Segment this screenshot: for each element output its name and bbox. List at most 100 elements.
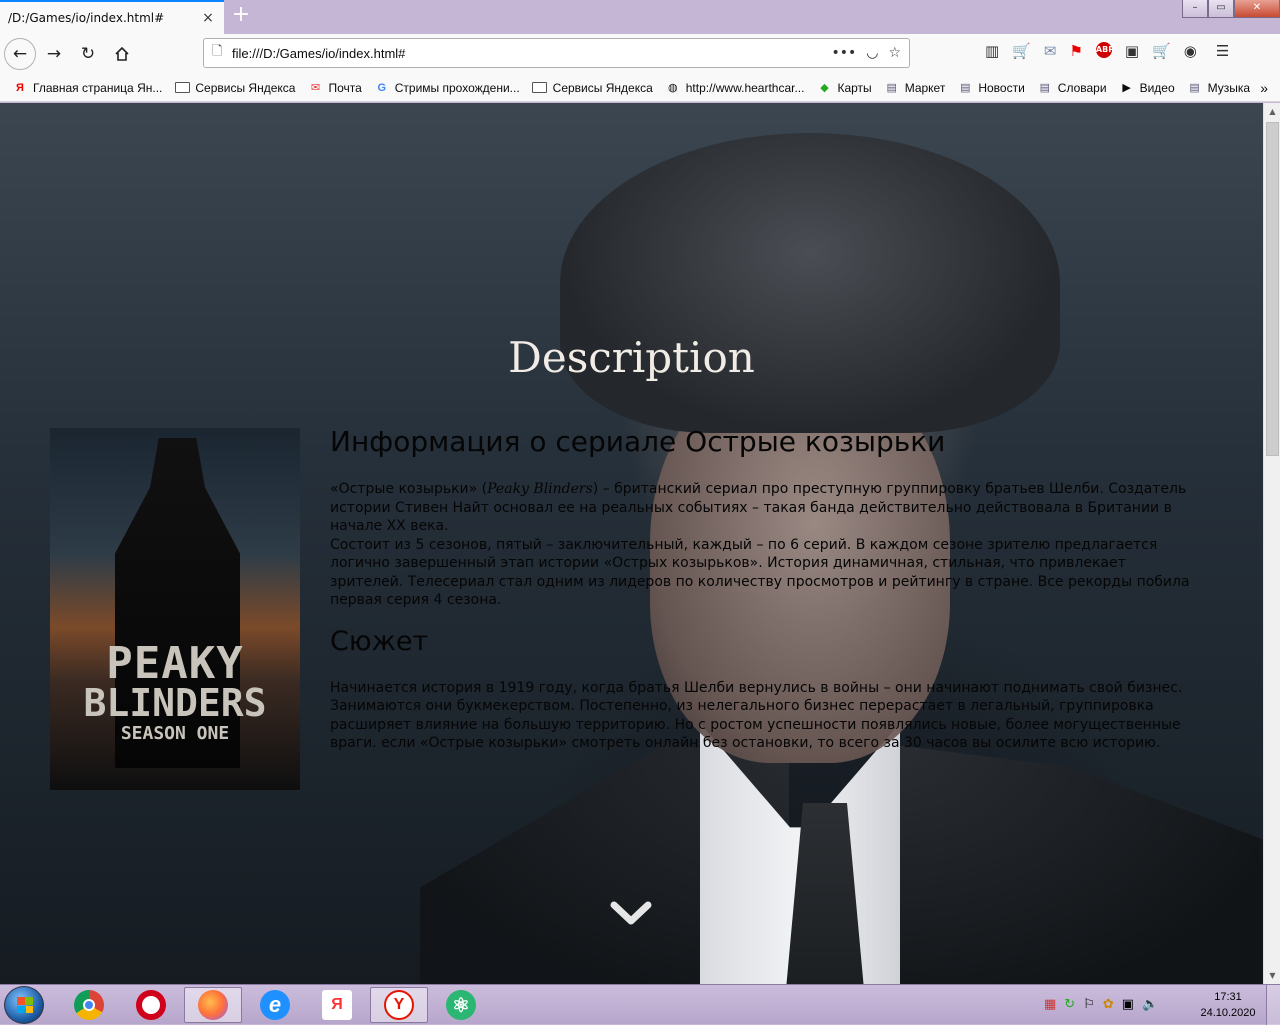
poster-title-line1: PEAKY <box>106 638 244 689</box>
bookmark-dictionaries[interactable]: ▤ Словари <box>1037 80 1107 96</box>
bookmark-label: Музыка <box>1207 80 1251 95</box>
home-icon <box>115 46 129 61</box>
mail-icon[interactable]: ✉ <box>1044 42 1057 60</box>
series-description: Информация о сериале Острые козырьки «Ос… <box>330 425 1202 753</box>
title-bar: /D:/Games/io/index.html# × + – ▭ ✕ <box>0 0 1280 34</box>
scroll-up-icon[interactable]: ▲ <box>1264 103 1280 120</box>
firefox-icon <box>198 990 228 1020</box>
volume-icon[interactable]: 🔈 <box>1142 997 1158 1012</box>
bookmark-video[interactable]: ▶ Видео <box>1119 80 1174 96</box>
bookmark-star-icon[interactable]: ☆ <box>888 45 901 61</box>
taskbar-yandex-browser[interactable]: Y <box>370 987 428 1023</box>
flag-icon[interactable]: ⚑ <box>1069 42 1082 60</box>
reload-button[interactable]: ↻ <box>72 38 104 70</box>
tray-app-icon[interactable]: ▦ <box>1044 997 1056 1012</box>
action-center-flag-icon[interactable]: ⚐ <box>1083 997 1095 1012</box>
chevron-down-icon[interactable] <box>609 900 653 928</box>
bookmark-label: Сервисы Яндекса <box>195 80 296 95</box>
toolbar-right: ▥ 🛒 ✉ ⚑ ABP ▣ 🛒 ◉ ☰ <box>985 42 1229 60</box>
info-text-seasons: Состоит из 5 сезонов, пятый – заключител… <box>330 536 1190 609</box>
plot-heading: Сюжет <box>330 625 429 657</box>
google-icon: G <box>377 81 387 94</box>
bookmark-label: Стримы прохождени... <box>394 80 520 95</box>
bookmark-label: Словари <box>1057 80 1107 95</box>
forward-arrow-icon: → <box>46 44 62 64</box>
yandex-icon: Я <box>16 81 24 94</box>
scroll-down-icon[interactable]: ▼ <box>1264 967 1280 984</box>
bookmark-market[interactable]: ▤ Маркет <box>884 80 945 96</box>
bookmark-label: Сервисы Яндекса <box>552 80 653 95</box>
close-tab-icon[interactable]: × <box>200 10 216 26</box>
taskbar-yandex[interactable]: Я <box>308 987 366 1023</box>
mail-icon: ✉ <box>310 82 321 94</box>
maximize-button[interactable]: ▭ <box>1208 0 1234 18</box>
menu-icon[interactable]: ☰ <box>1216 42 1229 60</box>
bookmarks-toolbar: Я Главная страница Ян... Сервисы Яндекса … <box>0 74 1280 102</box>
bookmark-yandex-home[interactable]: Я Главная страница Ян... <box>12 80 162 96</box>
library-icon[interactable]: ▥ <box>985 42 999 60</box>
bookmark-streams[interactable]: G Стримы прохождени... <box>374 80 520 96</box>
page-icon: ▤ <box>1039 82 1050 94</box>
bookmark-mail[interactable]: ✉ Почта <box>307 80 362 96</box>
clock-time: 17:31 <box>1214 991 1242 1003</box>
bookmark-yandex-services-2[interactable]: Сервисы Яндекса <box>532 80 653 96</box>
bookmark-label: Карты <box>837 80 872 95</box>
poster-title-line3: SEASON ONE <box>120 722 230 744</box>
page-icon: ▤ <box>886 82 897 94</box>
bookmark-label: Почта <box>328 80 362 95</box>
internet-explorer-icon: e <box>260 990 290 1020</box>
reload-icon: ↻ <box>80 44 96 64</box>
taskbar-atom[interactable]: ⚛ <box>432 987 490 1023</box>
forward-button[interactable]: → <box>38 38 70 70</box>
info-paragraph: «Острые козырьки» (Peaky Blinders) – бри… <box>330 480 1202 610</box>
cart-icon[interactable]: 🛒 <box>1012 42 1031 60</box>
tray-app-icon[interactable]: ✿ <box>1103 997 1114 1012</box>
clock-date: 24.10.2020 <box>1200 1007 1256 1019</box>
adblock-icon[interactable]: ABP <box>1095 42 1114 58</box>
taskbar-opera[interactable] <box>122 987 180 1023</box>
page-actions-icon[interactable]: ••• <box>831 45 856 61</box>
background-photo-cap <box>560 133 1060 433</box>
start-button[interactable] <box>4 986 44 1024</box>
atom-icon: ⚛ <box>446 990 476 1020</box>
yandex-icon: Я <box>322 990 352 1020</box>
bookmark-label: Главная страница Ян... <box>33 80 163 95</box>
info-text-start: «Острые козырьки» ( <box>330 481 488 497</box>
close-window-button[interactable]: ✕ <box>1234 0 1280 18</box>
video-icon: ▶ <box>1122 82 1131 94</box>
window-controls: – ▭ ✕ <box>1182 0 1280 18</box>
system-clock[interactable]: 17:31 24.10.2020 <box>1198 989 1258 1021</box>
page-title: Description <box>508 333 755 382</box>
background-photo-coat <box>880 743 1263 984</box>
scrollbar-thumb[interactable] <box>1266 122 1279 456</box>
opera-icon <box>136 990 166 1020</box>
tab-index-html[interactable]: /D:/Games/io/index.html# × <box>0 0 224 34</box>
pocket-icon[interactable]: ◡ <box>866 45 878 61</box>
account-icon[interactable]: ◉ <box>1184 42 1197 60</box>
network-icon[interactable]: ▣ <box>1122 997 1134 1012</box>
bookmark-music[interactable]: ▤ Музыка <box>1187 80 1250 96</box>
bookmark-news[interactable]: ▤ Новости <box>957 80 1025 96</box>
taskbar-chrome[interactable] <box>60 987 118 1023</box>
new-tab-button[interactable]: + <box>230 3 252 29</box>
back-button[interactable]: ← <box>4 38 36 70</box>
poster-title: PEAKY BLINDERS SEASON ONE <box>50 638 300 744</box>
show-desktop-button[interactable] <box>1266 985 1280 1025</box>
taskbar-firefox[interactable] <box>184 987 242 1023</box>
bookmark-hearthcards[interactable]: ◍ http://www.hearthcar... <box>665 80 805 96</box>
vertical-scrollbar[interactable]: ▲ ▼ <box>1263 103 1280 984</box>
cart-icon[interactable]: 🛒 <box>1152 42 1171 60</box>
address-bar[interactable]: 🗋 file:///D:/Games/io/index.html# ••• ◡ … <box>203 38 910 68</box>
taskbar-internet-explorer[interactable]: e <box>246 987 304 1023</box>
home-button[interactable] <box>106 38 138 70</box>
maps-icon: ◆ <box>820 82 829 94</box>
bookmark-yandex-services[interactable]: Сервисы Яндекса <box>174 80 295 96</box>
bookmark-maps[interactable]: ◆ Карты <box>816 80 871 96</box>
page-viewport: Description PEAKY BLINDERS SEASON ONE Ин… <box>0 103 1263 984</box>
tray-sync-icon[interactable]: ↻ <box>1064 997 1075 1012</box>
url-text[interactable]: file:///D:/Games/io/index.html# <box>232 46 831 61</box>
minimize-button[interactable]: – <box>1182 0 1208 18</box>
reader-icon[interactable]: ▣ <box>1125 42 1139 60</box>
globe-icon: ◍ <box>667 82 678 94</box>
bookmarks-overflow-icon[interactable]: » <box>1260 80 1268 96</box>
